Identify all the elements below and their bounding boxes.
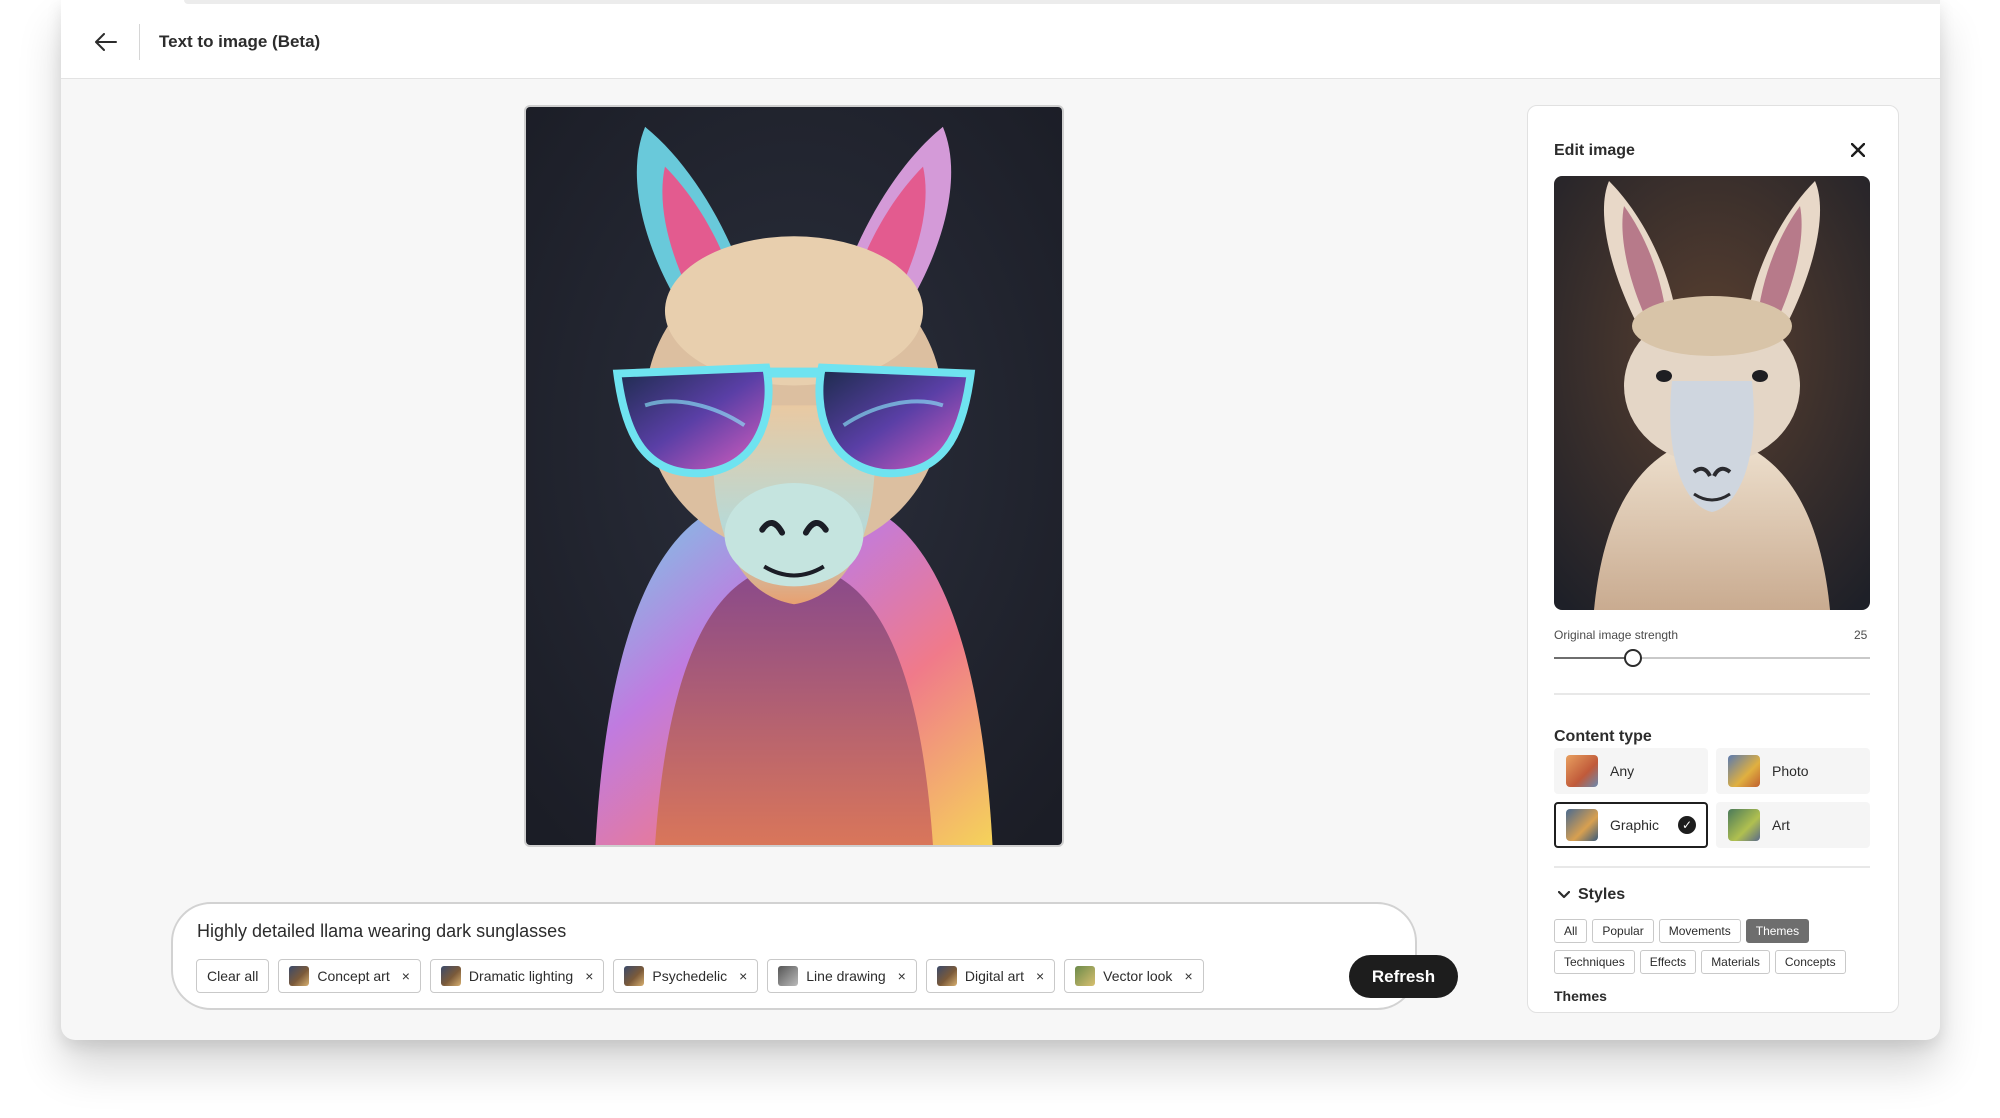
refresh-button[interactable]: Refresh: [1349, 955, 1458, 998]
clear-all-label: Clear all: [207, 968, 259, 984]
close-panel-button[interactable]: [1844, 136, 1872, 164]
style-tab-materials[interactable]: Materials: [1701, 950, 1770, 974]
style-tab-techniques[interactable]: Techniques: [1554, 950, 1635, 974]
style-tabs-row2: Techniques Effects Materials Concepts: [1554, 950, 1874, 974]
content-type-label: Any: [1610, 763, 1635, 779]
generated-image[interactable]: [524, 105, 1064, 847]
close-icon[interactable]: ×: [739, 968, 747, 984]
llama-graphic-image: [526, 107, 1062, 845]
chip-label: Vector look: [1103, 968, 1173, 984]
content-type-graphic[interactable]: Graphic ✓: [1554, 802, 1708, 848]
clear-all-button[interactable]: Clear all: [196, 959, 270, 993]
style-tab-popular[interactable]: Popular: [1592, 919, 1654, 943]
close-icon[interactable]: ×: [1184, 968, 1192, 984]
style-tab-movements[interactable]: Movements: [1658, 919, 1741, 943]
panel-title: Edit image: [1554, 142, 1635, 159]
chip-label: Dramatic lighting: [468, 968, 574, 984]
close-icon[interactable]: ×: [585, 968, 593, 984]
chip-vector-look: Vector look ×: [1064, 959, 1204, 993]
chip-label: Digital art: [964, 968, 1024, 984]
style-thumbnail: [624, 966, 645, 986]
style-thumbnail: [440, 966, 461, 986]
style-thumbnail: [936, 966, 957, 986]
content-type-title: Content type: [1554, 728, 1652, 745]
chevron-down-icon: [1558, 891, 1570, 899]
strength-slider[interactable]: [1554, 649, 1870, 667]
slider-thumb[interactable]: [1624, 649, 1642, 667]
content-type-any[interactable]: Any: [1554, 748, 1708, 794]
prompt-input[interactable]: Highly detailed llama wearing dark sungl…: [197, 921, 566, 942]
style-tab-themes[interactable]: Themes: [1745, 919, 1810, 943]
app-window: Text to image (Beta) Highly detailed lla…: [61, 0, 1940, 1040]
top-bar: Text to image (Beta): [61, 0, 1940, 79]
content-type-label: Graphic: [1610, 817, 1660, 833]
reference-image[interactable]: [1554, 176, 1870, 610]
content-type-label: Art: [1772, 817, 1790, 833]
themes-label: Themes: [1554, 988, 1607, 1004]
arrow-left-icon: [95, 33, 117, 51]
art-thumbnail: [1728, 809, 1760, 841]
photo-thumbnail: [1728, 755, 1760, 787]
content-type-art[interactable]: Art: [1716, 802, 1870, 848]
content-type-photo[interactable]: Photo: [1716, 748, 1870, 794]
style-thumbnail: [778, 966, 799, 986]
chip-psychedelic: Psychedelic ×: [613, 959, 759, 993]
style-tab-concepts[interactable]: Concepts: [1774, 950, 1846, 974]
graphic-thumbnail: [1566, 809, 1598, 841]
prompt-bar: Highly detailed llama wearing dark sungl…: [171, 902, 1458, 1010]
page-title: Text to image (Beta): [159, 32, 321, 51]
browser-edge: [184, 0, 1940, 4]
close-icon[interactable]: ×: [898, 968, 906, 984]
back-button[interactable]: [88, 24, 124, 60]
content-type-label: Photo: [1772, 763, 1809, 779]
divider: [139, 24, 140, 60]
close-icon[interactable]: ×: [1036, 968, 1044, 984]
edit-image-panel: Edit image Original image strength 25 Co…: [1527, 105, 1899, 1013]
divider: [1554, 693, 1870, 695]
style-thumbnail: [289, 966, 310, 986]
styles-title: Styles: [1578, 886, 1626, 903]
divider: [1554, 866, 1870, 868]
chip-digital-art: Digital art ×: [925, 959, 1056, 993]
chip-dramatic-lighting: Dramatic lighting ×: [429, 959, 605, 993]
close-icon: [1851, 143, 1865, 157]
checkmark-icon: ✓: [1678, 816, 1696, 834]
any-thumbnail: [1566, 755, 1598, 787]
style-chips: Clear all Concept art × Dramatic lighting…: [196, 959, 1204, 993]
slider-fill: [1554, 657, 1633, 659]
style-tab-effects[interactable]: Effects: [1639, 950, 1697, 974]
chip-concept-art: Concept art ×: [278, 959, 421, 993]
style-tab-all[interactable]: All: [1554, 919, 1588, 943]
chip-label: Concept art: [317, 968, 390, 984]
strength-value: 25: [1854, 628, 1868, 642]
styles-toggle[interactable]: Styles: [1558, 886, 1625, 904]
style-tabs-row1: All Popular Movements Themes: [1554, 919, 1874, 943]
chip-line-drawing: Line drawing ×: [767, 959, 917, 993]
strength-label: Original image strength: [1554, 628, 1679, 642]
chip-label: Line drawing: [806, 968, 886, 984]
chip-label: Psychedelic: [652, 968, 728, 984]
close-icon[interactable]: ×: [402, 968, 410, 984]
llama-photo-image: [1554, 176, 1870, 610]
style-thumbnail: [1075, 966, 1096, 986]
